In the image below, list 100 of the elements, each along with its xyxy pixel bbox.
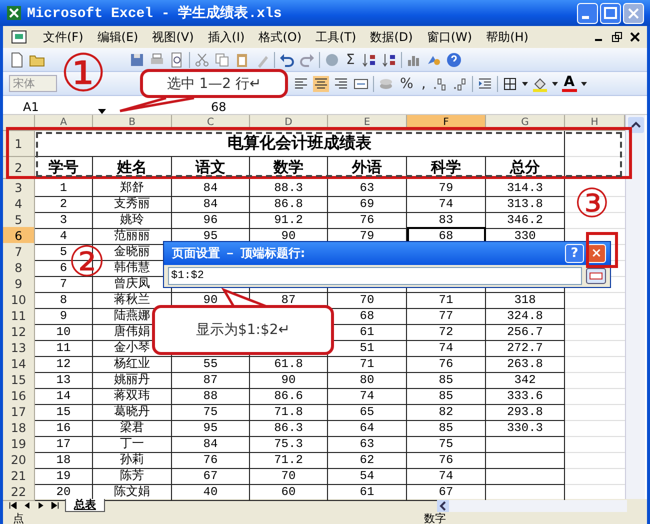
- menu-item[interactable]: 编辑(E): [97, 28, 138, 46]
- table-cell: 19: [35, 467, 93, 485]
- table-cell: 75: [172, 403, 250, 421]
- table-cell: 10: [35, 323, 93, 341]
- table-cell: 8: [35, 291, 93, 309]
- table-cell: 外语: [328, 157, 407, 179]
- menu-item[interactable]: 工具(T): [316, 28, 356, 46]
- table-cell: 74: [328, 387, 407, 405]
- menu-item[interactable]: 文件(F): [43, 28, 84, 46]
- table-cell: 80: [328, 371, 407, 389]
- table-cell: 70: [250, 467, 328, 485]
- table-cell: 总分: [486, 157, 565, 179]
- row-header[interactable]: 22: [3, 483, 35, 501]
- table-cell: 79: [407, 179, 486, 197]
- table-cell: 15: [35, 403, 93, 421]
- sheet-tab[interactable]: 总表: [65, 499, 105, 512]
- table-cell: 71: [328, 355, 407, 373]
- table-cell: 88.3: [250, 179, 328, 197]
- table-cell: 62: [328, 451, 407, 469]
- table-cell: 12: [35, 355, 93, 373]
- step-marker: ①: [60, 48, 107, 100]
- table-cell: 95: [172, 419, 250, 437]
- menu-item[interactable]: 窗口(W): [426, 28, 472, 46]
- table-cell: 86.3: [250, 419, 328, 437]
- table-cell: 梁君: [93, 419, 172, 437]
- autosum-button[interactable]: Σ: [344, 52, 357, 68]
- table-cell: 姓名: [93, 157, 172, 179]
- table-cell: 71: [407, 291, 486, 309]
- table-cell: 90: [250, 371, 328, 389]
- table-cell: 87: [172, 371, 250, 389]
- table-cell: 77: [407, 307, 486, 325]
- table-cell: 313.8: [486, 195, 565, 213]
- table-cell: 84: [172, 179, 250, 197]
- step-marker: ③: [574, 184, 610, 224]
- table-cell: 346.2: [486, 211, 565, 229]
- table-cell: 郑舒: [93, 179, 172, 197]
- table-cell: 74: [407, 467, 486, 485]
- table-cell: 75: [407, 435, 486, 453]
- comma-button[interactable]: ,: [419, 76, 428, 92]
- menu-item[interactable]: 插入(I): [208, 28, 245, 46]
- table-cell: 17: [35, 435, 93, 453]
- table-cell: 314.3: [486, 179, 565, 197]
- table-cell: 74: [407, 339, 486, 357]
- status-mode: 数字: [424, 511, 446, 524]
- table-cell: 85: [407, 419, 486, 437]
- table-cell: 91.2: [250, 211, 328, 229]
- table-cell: 学号: [35, 157, 93, 179]
- table-cell: 71.2: [250, 451, 328, 469]
- table-cell: 9: [35, 307, 93, 325]
- table-cell: 96: [172, 211, 250, 229]
- table-cell: 科学: [407, 157, 486, 179]
- table-cell: 姚玲: [93, 211, 172, 229]
- help-button[interactable]: ?: [565, 244, 584, 263]
- table-cell: 3: [35, 211, 93, 229]
- table-cell: 18: [35, 451, 93, 469]
- table-cell: 85: [407, 371, 486, 389]
- table-cell: 姚丽丹: [93, 371, 172, 389]
- table-cell: 88: [172, 387, 250, 405]
- font-color-button[interactable]: A: [562, 75, 577, 92]
- table-cell: 2: [35, 195, 93, 213]
- menu-item[interactable]: 数据(D): [370, 28, 413, 46]
- table-cell: 65: [328, 403, 407, 421]
- input-field[interactable]: $1:$2: [168, 267, 582, 285]
- percent-button[interactable]: %: [398, 76, 416, 92]
- table-cell: 丁一: [93, 435, 172, 453]
- table-cell: 67: [172, 467, 250, 485]
- name-box[interactable]: A1: [3, 100, 98, 114]
- table-cell: 13: [35, 371, 93, 389]
- table-cell: 蒋双玮: [93, 387, 172, 405]
- table-cell: 76: [328, 211, 407, 229]
- table-cell: 4: [35, 227, 93, 245]
- table-cell: 83: [407, 211, 486, 229]
- table-cell: 86.8: [250, 195, 328, 213]
- table-cell: 71.8: [250, 403, 328, 421]
- table-cell: 75.3: [250, 435, 328, 453]
- menu-item[interactable]: 视图(V): [152, 28, 194, 46]
- menu-item[interactable]: 帮助(H): [486, 28, 528, 46]
- table-cell: 84: [172, 195, 250, 213]
- row-header[interactable]: 1: [3, 131, 35, 157]
- table-cell: 256.7: [486, 323, 565, 341]
- table-cell: 76: [407, 355, 486, 373]
- table-cell: 72: [407, 323, 486, 341]
- table-cell: 63: [328, 179, 407, 197]
- table-cell: 63: [328, 435, 407, 453]
- table-cell: 293.8: [486, 403, 565, 421]
- table-cell: 1: [35, 179, 93, 197]
- table-cell: 语文: [172, 157, 250, 179]
- table-title: 电算化会计班成绩表: [228, 133, 372, 154]
- table-cell: 318: [486, 291, 565, 309]
- formula-field[interactable]: 68: [211, 100, 226, 114]
- table-cell: 84: [172, 435, 250, 453]
- table-cell: 82: [407, 403, 486, 421]
- table-cell: 333.6: [486, 387, 565, 405]
- table-cell: 14: [35, 387, 93, 405]
- table-cell: 葛晓丹: [93, 403, 172, 421]
- table-cell: 76: [172, 451, 250, 469]
- table-cell: 支秀丽: [93, 195, 172, 213]
- menu-item[interactable]: 格式(O): [258, 28, 302, 46]
- table-cell: 263.8: [486, 355, 565, 373]
- table-cell: 数学: [250, 157, 328, 179]
